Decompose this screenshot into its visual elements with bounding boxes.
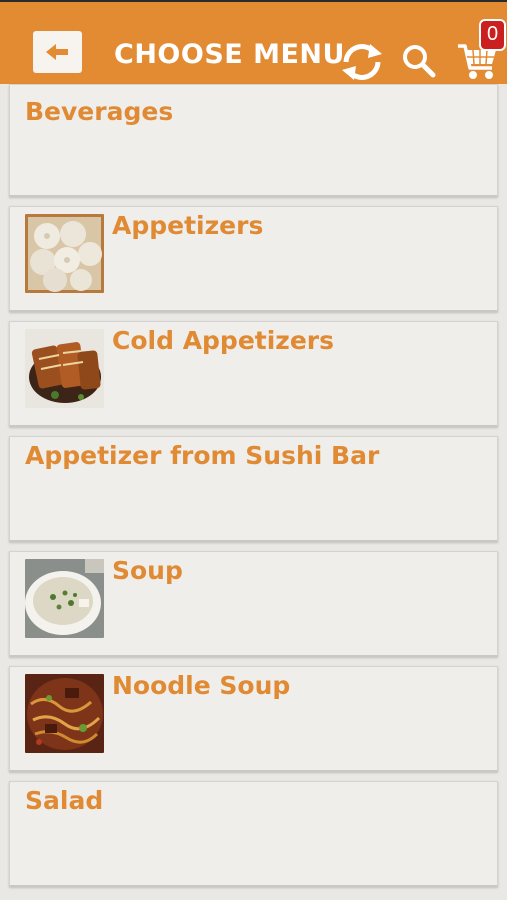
cart-count-badge: 0 [479,19,506,51]
search-icon [403,45,436,78]
top-bar: CHOOSE MENU 0 [0,0,507,84]
soup-thumbnail [25,559,104,638]
menu-item-beverages[interactable]: Beverages [9,84,498,197]
menu-item-appetizers[interactable]: Appetizers [9,206,498,312]
menu-item-label: Noodle Soup [112,671,291,700]
menu-item-label: Appetizers [112,211,264,240]
menu-item-label: Appetizer from Sushi Bar [25,441,380,470]
menu-item-label: Salad [25,786,104,815]
menu-item-salad[interactable]: Salad [9,781,498,887]
refresh-button[interactable] [338,40,386,84]
search-button[interactable] [400,42,438,80]
page-title: CHOOSE MENU [114,39,345,70]
menu-item-label: Beverages [25,97,174,126]
noodle-soup-thumbnail [25,674,104,753]
appetizers-thumbnail [25,214,104,293]
menu-category-list: Beverages Appetizers Cold Appetizers App… [0,84,507,900]
menu-item-appetizer-from-sushi-bar[interactable]: Appetizer from Sushi Bar [9,436,498,542]
back-arrow-icon [45,44,68,60]
cold-appetizers-thumbnail [25,329,104,408]
menu-item-soup[interactable]: Soup [9,551,498,657]
back-button[interactable] [33,31,82,73]
refresh-icon [342,44,382,80]
menu-item-label: Soup [112,556,183,585]
menu-item-noodle-soup[interactable]: Noodle Soup [9,666,498,772]
menu-item-label: Cold Appetizers [112,326,335,355]
menu-item-cold-appetizers[interactable]: Cold Appetizers [9,321,498,427]
